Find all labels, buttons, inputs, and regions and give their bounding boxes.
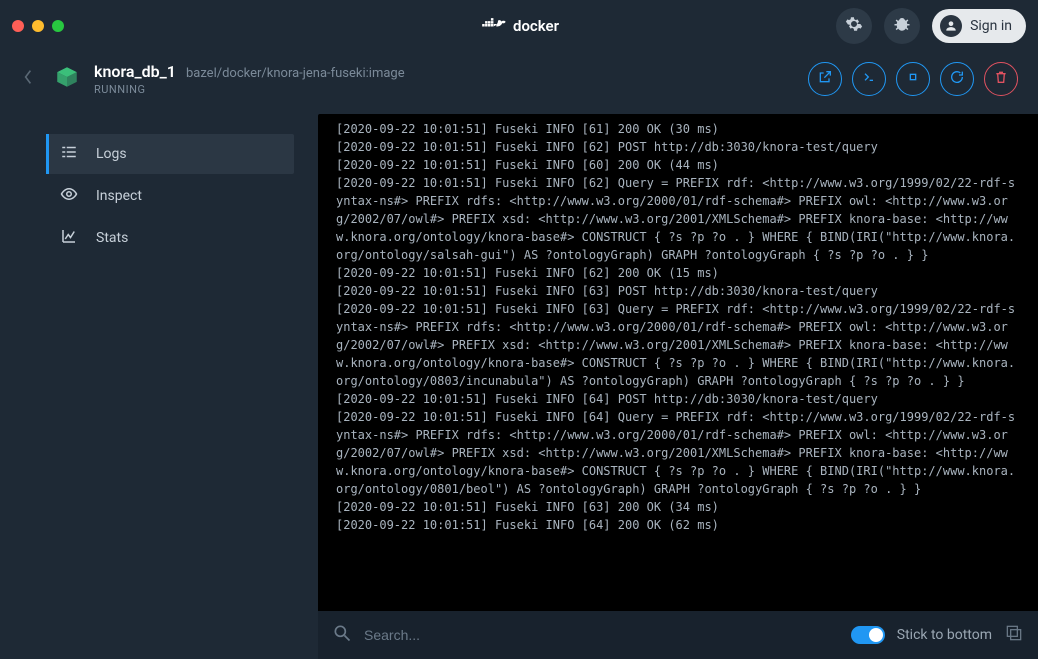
stop-button[interactable]: [896, 62, 930, 96]
open-in-browser-button[interactable]: [808, 62, 842, 96]
container-header: knora_db_1 bazel/docker/knora-jena-fusek…: [0, 52, 1038, 114]
restart-button[interactable]: [940, 62, 974, 96]
troubleshoot-button[interactable]: [884, 8, 920, 44]
gear-icon: [845, 15, 863, 37]
log-output[interactable]: [2020-09-22 10:01:51] Fuseki INFO [61] 2…: [318, 114, 1038, 611]
container-name: knora_db_1: [94, 62, 176, 81]
sidebar-item-logs[interactable]: Logs: [46, 134, 294, 174]
external-link-icon: [817, 69, 833, 89]
settings-button[interactable]: [836, 8, 872, 44]
open-cli-button[interactable]: [852, 62, 886, 96]
sidebar: Logs Inspect Stats: [0, 114, 318, 659]
sidebar-item-stats[interactable]: Stats: [46, 218, 294, 258]
terminal-icon: [861, 69, 877, 89]
delete-button[interactable]: [984, 62, 1018, 96]
container-image: bazel/docker/knora-jena-fuseki:image: [186, 66, 405, 81]
container-icon: [54, 64, 80, 94]
back-button[interactable]: [16, 69, 40, 89]
signin-label: Sign in: [970, 18, 1012, 34]
user-avatar-icon: [940, 15, 962, 37]
brand-name: docker: [513, 17, 559, 35]
stick-to-bottom-label: Stick to bottom: [897, 627, 992, 643]
logs-icon: [60, 143, 78, 165]
eye-icon: [60, 185, 78, 207]
copy-logs-button[interactable]: [1004, 623, 1024, 647]
close-window-button[interactable]: [12, 20, 24, 32]
search-icon: [332, 623, 352, 647]
log-footer: Stick to bottom: [318, 611, 1038, 659]
chevron-left-icon: [23, 69, 33, 89]
content-panel: [2020-09-22 10:01:51] Fuseki INFO [61] 2…: [318, 114, 1038, 659]
stick-to-bottom-toggle[interactable]: [851, 626, 885, 644]
bug-icon: [893, 15, 911, 37]
sidebar-item-inspect[interactable]: Inspect: [46, 176, 294, 216]
container-status: RUNNING: [94, 83, 405, 96]
trash-icon: [993, 69, 1009, 89]
sidebar-item-label: Inspect: [96, 188, 142, 204]
sidebar-item-label: Logs: [96, 146, 127, 162]
docker-whale-icon: [479, 14, 507, 38]
minimize-window-button[interactable]: [32, 20, 44, 32]
restart-icon: [949, 69, 965, 89]
window-titlebar: docker Sign in: [0, 0, 1038, 52]
maximize-window-button[interactable]: [52, 20, 64, 32]
chart-icon: [60, 227, 78, 249]
log-search-input[interactable]: [364, 627, 839, 643]
sidebar-item-label: Stats: [96, 230, 128, 246]
brand-logo: docker: [479, 14, 559, 38]
window-controls: [12, 20, 64, 32]
copy-icon: [1004, 628, 1024, 647]
signin-button[interactable]: Sign in: [932, 9, 1026, 43]
stop-icon: [905, 69, 921, 89]
